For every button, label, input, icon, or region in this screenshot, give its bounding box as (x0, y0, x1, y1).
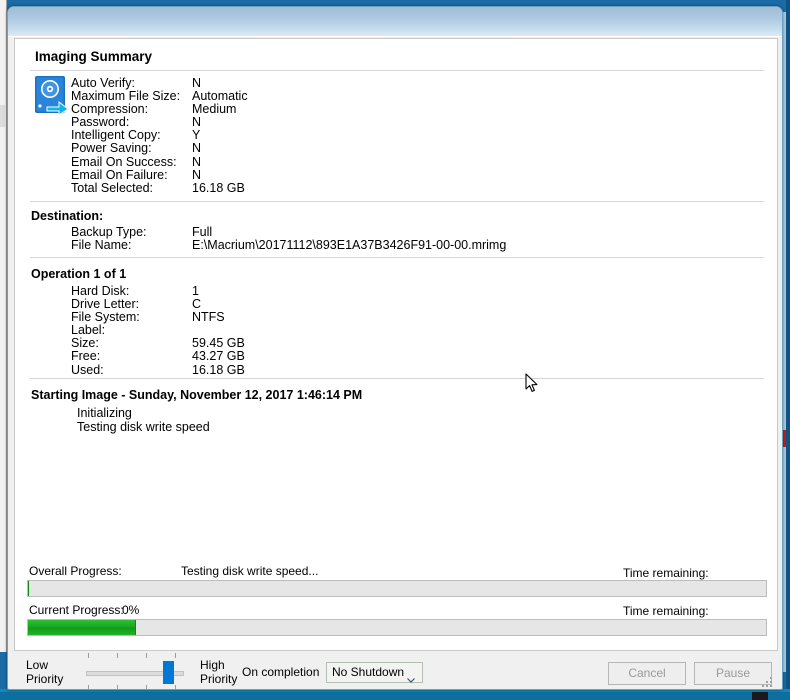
dialog-footer-bar: Low Priority High Priority On completion… (14, 650, 778, 689)
summary-label: Total Selected: (71, 180, 153, 195)
on-completion-label: On completion (242, 665, 320, 679)
high-priority-label-line2: Priority (200, 671, 238, 686)
operation-list: Hard Disk: 1 Drive Letter: C File System: N… (71, 284, 245, 377)
summary-value: N (192, 154, 202, 169)
page-title: Imaging Summary (35, 49, 153, 64)
overall-progress-bar (27, 580, 767, 597)
slider-tick (146, 653, 147, 658)
overall-time-remaining-label: Time remaining: (623, 566, 709, 580)
destination-heading: Destination: (31, 209, 104, 223)
slider-tick (117, 653, 118, 658)
high-priority-label-line1: High (200, 658, 225, 672)
priority-slider[interactable] (78, 653, 192, 689)
on-completion-dropdown[interactable]: No Shutdown (326, 662, 423, 683)
low-priority-label-line1: Low (26, 658, 49, 672)
operation-value: NTFS (192, 310, 225, 325)
dialog-content-area: Imaging Summary Auto Verify: N Maximum Fi… (14, 38, 778, 650)
slider-tick (146, 685, 147, 689)
on-completion-value: No Shutdown (332, 665, 405, 679)
cancel-button[interactable]: Cancel (608, 662, 686, 685)
destination-file-path: E:\Macrium\20171112\893E1A37B3426F91-00-… (192, 238, 507, 253)
destination-label: File Name: (71, 238, 132, 253)
operation-row: Used: 16.18 GB (71, 362, 245, 377)
summary-value: N (192, 167, 202, 182)
divider-above-log (30, 378, 764, 379)
resize-grip[interactable] (762, 675, 774, 687)
background-window-left-strip (0, 0, 7, 652)
pause-button[interactable]: Pause (694, 662, 772, 685)
imaging-summary-list: Auto Verify: N Maximum File Size: Automati… (71, 76, 248, 195)
operation-row: Free: 43.27 GB (71, 350, 245, 363)
destination-list: Backup Type: Full File Name: E:\Macrium\20… (71, 225, 507, 253)
current-progress-bar (27, 619, 767, 636)
slider-tick (88, 685, 89, 689)
operation-heading: Operation 1 of 1 (31, 267, 127, 281)
slider-tick (88, 653, 89, 658)
operation-label: Free: (71, 349, 101, 364)
divider-under-title (30, 70, 764, 71)
low-priority-label-line2: Priority (26, 671, 64, 686)
summary-row: Power Saving: N (71, 142, 248, 155)
summary-label: Power Saving: (71, 141, 152, 156)
background-taskbar-band-lower (0, 692, 790, 700)
slider-tick (117, 685, 118, 689)
background-taskbar-dark-block (752, 692, 768, 700)
high-priority-label: High Priority (200, 658, 238, 686)
summary-row: Email On Failure: N (71, 167, 248, 182)
chevron-down-icon (407, 670, 415, 683)
low-priority-label: Low Priority (26, 658, 64, 686)
summary-row: Email On Success: N (71, 154, 248, 169)
current-progress-label: Current Progress: (29, 603, 124, 617)
log-line: Initializing (77, 406, 132, 420)
imaging-progress-dialog: Imaging Summary Auto Verify: N Maximum Fi… (7, 6, 783, 690)
background-window-left-tab (0, 105, 5, 127)
summary-label: Email On Failure: (71, 167, 168, 182)
divider-above-operation (30, 257, 764, 258)
summary-value: 16.18 GB (192, 180, 245, 195)
overall-progress-status: Testing disk write speed... (181, 564, 319, 578)
overall-progress-fill (28, 581, 29, 596)
log-heading: Starting Image - Sunday, November 12, 20… (31, 388, 363, 402)
divider-above-destination (30, 201, 764, 202)
hard-disk-backup-icon (33, 75, 71, 116)
slider-tick (175, 653, 176, 658)
destination-row: File Name: E:\Macrium\20171112\893E1A37B3… (71, 238, 507, 253)
operation-value: 16.18 GB (192, 362, 245, 377)
operation-value: 43.27 GB (192, 349, 245, 364)
summary-label: Email On Success: (71, 154, 177, 169)
summary-row: Total Selected: 16.18 GB (71, 180, 248, 195)
current-time-remaining-label: Time remaining: (623, 604, 709, 618)
dialog-titlebar[interactable] (8, 7, 782, 37)
overall-progress-label: Overall Progress: (29, 564, 122, 578)
operation-label: Used: (71, 362, 104, 377)
slider-tick (175, 685, 176, 689)
current-progress-fill (28, 620, 136, 635)
current-progress-percent: 0% (122, 603, 140, 617)
log-line: Testing disk write speed (77, 420, 210, 434)
background-window-right-edge (786, 0, 790, 700)
summary-value: N (192, 141, 202, 156)
slider-thumb[interactable] (162, 661, 174, 684)
